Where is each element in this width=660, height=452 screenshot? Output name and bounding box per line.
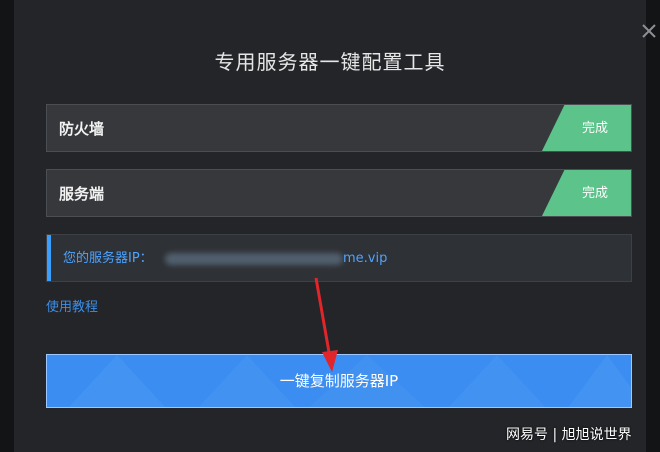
firewall-label: 防火墙 [59,120,105,138]
firewall-row: 防火墙 完成 [46,104,632,152]
server-ip-box: 您的服务器IP： me.vip [46,234,632,282]
server-label: 服务端 [59,185,105,203]
redacted-ip-blur [165,253,343,265]
server-row: 服务端 完成 [46,169,632,217]
copy-ip-button-label: 一键复制服务器IP [279,372,399,390]
screen: 专用服务器一键配置工具 防火墙 完成 服务端 完成 您的服务器IP： me.vi… [0,0,660,452]
ip-accent-bar [47,235,51,281]
close-button[interactable] [638,20,660,42]
copy-ip-button[interactable]: 一键复制服务器IP [46,354,632,408]
server-ip-label: 您的服务器IP： [63,251,153,266]
watermark: 网易号 | 旭旭说世界 [506,427,632,443]
dialog-title: 专用服务器一键配置工具 [214,50,446,74]
close-icon [642,24,656,38]
server-status-text: 完成 [581,186,608,201]
server-ip-value: me.vip [343,251,388,266]
tutorial-link[interactable]: 使用教程 [46,296,98,315]
firewall-status-text: 完成 [581,121,608,136]
